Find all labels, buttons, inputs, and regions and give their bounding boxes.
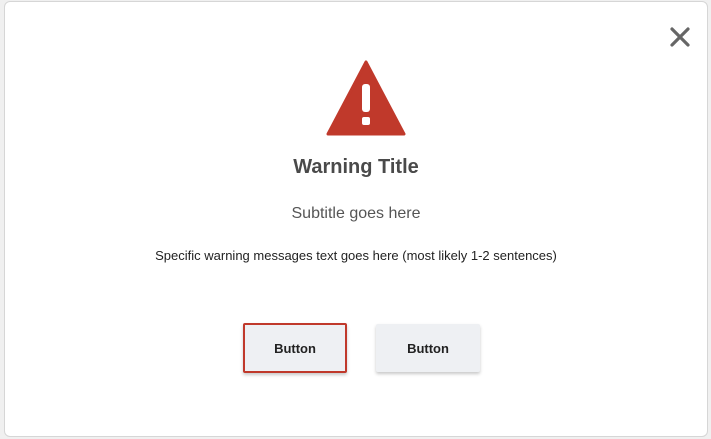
- close-button[interactable]: [667, 24, 693, 50]
- secondary-button[interactable]: Button: [376, 324, 480, 372]
- warning-message: Specific warning messages text goes here…: [155, 248, 557, 263]
- warning-dialog: Warning Title Subtitle goes here Specifi…: [4, 1, 708, 437]
- close-icon: [670, 27, 690, 47]
- primary-button[interactable]: Button: [243, 323, 347, 373]
- dialog-subtitle: Subtitle goes here: [291, 205, 421, 222]
- warning-triangle-icon: [326, 60, 406, 136]
- dialog-title: Warning Title: [293, 156, 419, 178]
